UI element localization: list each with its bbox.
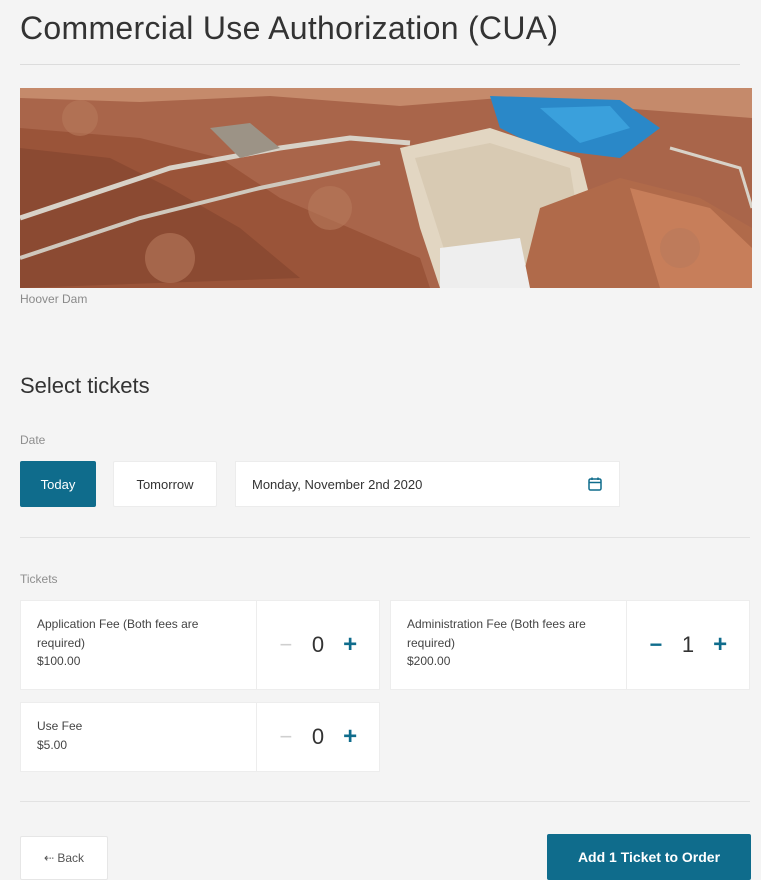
quantity-stepper: − 0 +: [257, 601, 379, 689]
plus-icon[interactable]: +: [712, 631, 728, 659]
quantity-stepper: − 1 +: [627, 601, 749, 689]
quantity-value: 0: [311, 632, 325, 657]
ticket-card-administration-fee: Administration Fee (Both fees are requir…: [390, 600, 750, 690]
quantity-value: 0: [311, 724, 325, 749]
tickets-label: Tickets: [20, 572, 58, 586]
minus-icon[interactable]: −: [278, 632, 294, 658]
section-title: Select tickets: [20, 373, 150, 398]
page-title: Commercial Use Authorization (CUA): [20, 10, 559, 46]
divider: [20, 537, 750, 538]
date-label: Date: [20, 433, 46, 447]
tomorrow-button[interactable]: Tomorrow: [113, 461, 217, 507]
ticket-info: Use Fee $5.00: [21, 703, 257, 771]
ticket-card-application-fee: Application Fee (Both fees are required)…: [20, 600, 380, 690]
back-button[interactable]: ⇠ Back: [20, 836, 108, 880]
ticket-name: Application Fee (Both fees are required): [37, 617, 199, 650]
ticket-price: $200.00: [407, 654, 451, 669]
selected-date: Monday, November 2nd 2020: [252, 476, 423, 492]
divider: [20, 801, 750, 802]
ticket-name: Use Fee: [37, 719, 83, 733]
title-divider: [20, 64, 740, 65]
ticket-name: Administration Fee (Both fees are requir…: [407, 617, 586, 650]
plus-icon[interactable]: +: [342, 723, 358, 751]
ticket-info: Application Fee (Both fees are required)…: [21, 601, 257, 689]
quantity-stepper: − 0 +: [257, 703, 379, 771]
date-picker-field[interactable]: Monday, November 2nd 2020: [235, 461, 620, 507]
image-caption: Hoover Dam: [20, 292, 88, 306]
today-button[interactable]: Today: [20, 461, 96, 507]
quantity-value: 1: [681, 632, 695, 657]
add-to-order-button[interactable]: Add 1 Ticket to Order: [547, 834, 751, 880]
calendar-icon[interactable]: [587, 476, 603, 492]
minus-icon[interactable]: −: [648, 632, 664, 658]
ticket-info: Administration Fee (Both fees are requir…: [391, 601, 627, 689]
minus-icon[interactable]: −: [278, 724, 294, 750]
ticket-price: $100.00: [37, 654, 81, 669]
ticket-card-use-fee: Use Fee $5.00 − 0 +: [20, 702, 380, 772]
hero-image: [20, 88, 752, 288]
plus-icon[interactable]: +: [342, 631, 358, 659]
ticket-price: $5.00: [37, 737, 68, 752]
